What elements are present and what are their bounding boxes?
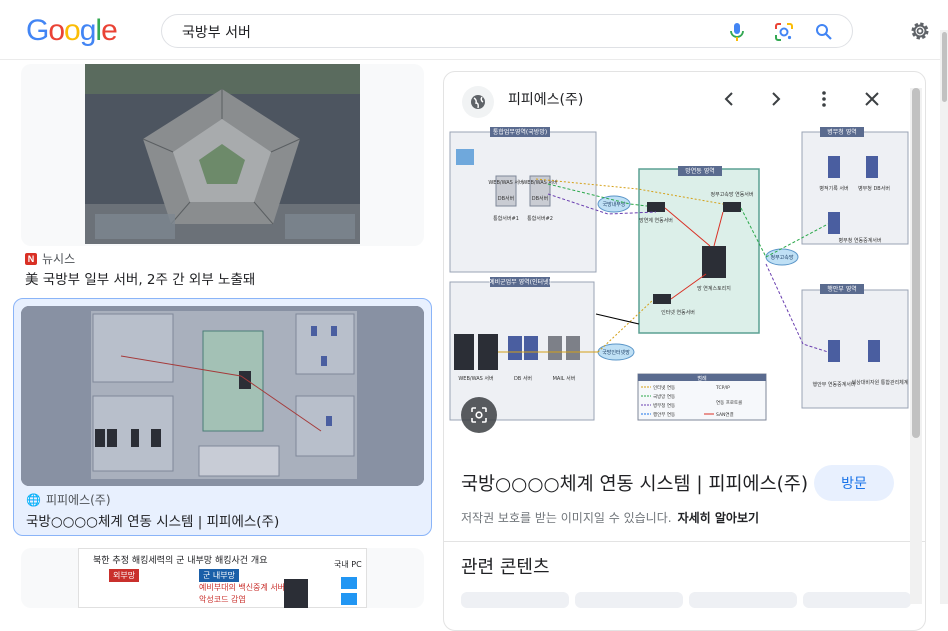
search-icon[interactable] xyxy=(814,22,834,42)
result-card-hacking[interactable]: 북한 추정 해킹세력의 군 내부망 해킹사건 개요 외부망 군 내부망 국내 P… xyxy=(21,548,424,608)
svg-text:병무청 연동중계서버: 병무청 연동중계서버 xyxy=(839,237,882,244)
svg-text:비상대비자원 통합관리체계: 비상대비자원 통합관리체계 xyxy=(852,379,909,386)
svg-text:WEB/WAS 서버: WEB/WAS 서버 xyxy=(522,179,557,186)
diagram-thumbnail[interactable] xyxy=(21,306,424,486)
microphone-icon[interactable] xyxy=(727,22,747,42)
svg-text:통합서버#2: 통합서버#2 xyxy=(527,215,553,222)
result-card-pentagon[interactable] xyxy=(21,64,424,246)
svg-text:국방망 연동: 국방망 연동 xyxy=(653,393,675,400)
svg-text:병무청 영역: 병무청 영역 xyxy=(827,128,857,136)
svg-text:망연동 영역: 망연동 영역 xyxy=(685,167,715,175)
result-card-selected[interactable]: 🌐 피피에스(주) 국방○○○○체계 연동 시스템 | 피피에스(주) xyxy=(13,298,432,536)
panel-divider xyxy=(444,541,925,542)
related-thumbnail[interactable] xyxy=(461,592,569,608)
result-source[interactable]: N 뉴시스 xyxy=(25,250,75,267)
result-title[interactable]: 美 국방부 일부 서버, 2주 간 외부 노출돼 xyxy=(25,268,255,288)
svg-text:WEB/WAS 서버: WEB/WAS 서버 xyxy=(488,179,523,186)
close-icon[interactable] xyxy=(859,86,885,112)
svg-text:범례: 범례 xyxy=(697,375,707,382)
monitor-illustration xyxy=(456,149,474,165)
svg-text:국방인터넷망: 국방인터넷망 xyxy=(602,349,630,356)
svg-text:SAN연결: SAN연결 xyxy=(716,411,734,418)
related-thumbnail[interactable] xyxy=(575,592,683,608)
panel-scrollbar-thumb[interactable] xyxy=(912,88,920,438)
settings-gear-icon[interactable] xyxy=(908,19,932,43)
svg-text:행안부 영역: 행안부 영역 xyxy=(827,285,857,293)
image-preview-panel: 피피에스(주) 통합업무영역(국방망) 예비군업무 영역(인터넷) 망연동 영역… xyxy=(443,71,926,631)
svg-text:인터넷 연동서버: 인터넷 연동서버 xyxy=(661,309,695,316)
related-content-heading: 관련 콘텐츠 xyxy=(461,557,550,578)
svg-text:망 연계스토리지: 망 연계스토리지 xyxy=(697,285,731,292)
google-lens-icon[interactable] xyxy=(774,22,794,42)
next-chevron-icon[interactable] xyxy=(763,86,789,112)
svg-text:인터넷 연동: 인터넷 연동 xyxy=(653,384,675,391)
visual-search-lens-button[interactable] xyxy=(461,397,497,433)
svg-text:병무청 DB서버: 병무청 DB서버 xyxy=(858,185,890,192)
svg-text:행안부 연동중계서버: 행안부 연동중계서버 xyxy=(813,381,856,388)
svg-text:통합업무영역(국방망): 통합업무영역(국방망) xyxy=(493,128,547,136)
pc-monitor-illustration xyxy=(341,593,357,605)
result-title[interactable]: 국방○○○○체계 연동 시스템 | 피피에스(주) xyxy=(26,510,279,530)
related-thumbnail[interactable] xyxy=(803,592,911,608)
result-source[interactable]: 🌐 피피에스(주) xyxy=(26,491,111,508)
svg-text:정부고속망 연동서버: 정부고속망 연동서버 xyxy=(711,191,754,198)
pentagon-aerial-image[interactable] xyxy=(85,64,360,244)
svg-text:통합서버#1: 통합서버#1 xyxy=(493,215,519,222)
previous-chevron-icon[interactable] xyxy=(716,86,742,112)
site-globe-icon[interactable] xyxy=(462,86,494,118)
svg-text:DB서버: DB서버 xyxy=(498,195,514,202)
svg-text:정부고속망: 정부고속망 xyxy=(770,254,793,261)
svg-text:망연계 연동서버: 망연계 연동서버 xyxy=(639,217,673,224)
panel-site-name[interactable]: 피피에스(주) xyxy=(508,89,583,109)
newsis-favicon-icon: N xyxy=(25,252,37,265)
search-header: Google xyxy=(0,0,948,60)
search-input[interactable] xyxy=(182,21,702,43)
network-diagram-image[interactable]: 통합업무영역(국방망) 예비군업무 영역(인터넷) 망연동 영역 병무청 영역 … xyxy=(448,124,910,424)
svg-text:TCP/IP: TCP/IP xyxy=(715,385,730,391)
related-thumbnail[interactable] xyxy=(689,592,797,608)
visit-button[interactable]: 방문 xyxy=(814,465,894,501)
copyright-notice: 저작권 보호를 받는 이미지일 수 있습니다. 자세히 알아보기 xyxy=(461,511,760,525)
more-options-icon[interactable] xyxy=(811,86,837,112)
svg-text:연동 프로토콜: 연동 프로토콜 xyxy=(716,399,742,406)
svg-text:행안부 연동: 행안부 연동 xyxy=(653,411,675,418)
svg-text:예비군업무 영역(인터넷): 예비군업무 영역(인터넷) xyxy=(489,278,551,286)
svg-text:DB서버: DB서버 xyxy=(532,195,548,202)
pc-monitor-illustration xyxy=(341,577,357,589)
hacking-infographic-image[interactable]: 북한 추정 해킹세력의 군 내부망 해킹사건 개요 외부망 군 내부망 국내 P… xyxy=(78,548,367,608)
svg-text:병무청 연동: 병무청 연동 xyxy=(653,402,675,409)
panel-image-title[interactable]: 국방○○○○체계 연동 시스템 | 피피에스(주) xyxy=(461,470,808,496)
google-logo[interactable]: Google xyxy=(26,14,118,48)
learn-more-link[interactable]: 자세히 알아보기 xyxy=(678,511,759,525)
search-box xyxy=(161,14,853,48)
page-scrollbar-thumb[interactable] xyxy=(942,32,947,102)
svg-text:MAIL 서버: MAIL 서버 xyxy=(553,375,576,382)
svg-text:병적기록 서버: 병적기록 서버 xyxy=(819,185,848,192)
related-thumbnails xyxy=(461,592,911,608)
page-scrollbar-track[interactable] xyxy=(940,30,948,604)
globe-icon: 🌐 xyxy=(26,492,41,507)
svg-text:DB 서버: DB 서버 xyxy=(514,375,532,382)
svg-text:WEB/WAS 서버: WEB/WAS 서버 xyxy=(458,375,493,382)
